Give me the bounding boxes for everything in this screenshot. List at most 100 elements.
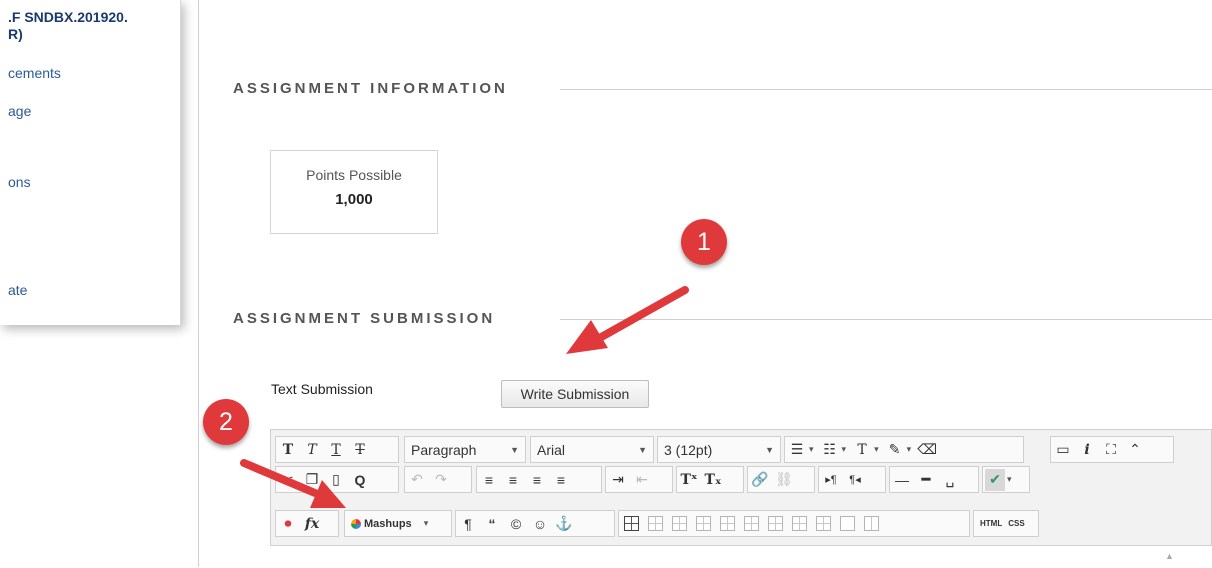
underline-icon[interactable]: T: [326, 439, 346, 461]
size-select[interactable]: 3 (12pt) ▼: [657, 436, 781, 463]
merge-cells-icon[interactable]: [837, 513, 857, 535]
col-before-icon[interactable]: [765, 513, 785, 535]
chevron-down-icon: ▼: [638, 444, 647, 455]
submission-text-area[interactable]: [270, 545, 1212, 568]
menu-item-homepage[interactable]: age: [8, 103, 31, 119]
nbsp-icon[interactable]: ␣: [940, 469, 960, 491]
format-select[interactable]: Paragraph ▼: [404, 436, 526, 463]
spellcheck-icon[interactable]: ✔: [985, 468, 1005, 491]
history-group: ↶ ↷: [404, 466, 472, 493]
text-style-group: T T T T: [275, 436, 399, 463]
write-submission-button[interactable]: Write Submission: [501, 380, 649, 408]
menu-item-collaborate[interactable]: ate: [8, 282, 27, 298]
size-select-value: 3 (12pt): [664, 441, 713, 458]
copyright-icon[interactable]: ©: [506, 513, 526, 535]
row-before-icon[interactable]: [693, 513, 713, 535]
menu-item-announcements[interactable]: cements: [8, 65, 61, 81]
collapse-toolbar-icon[interactable]: ⌃: [1125, 439, 1145, 461]
insert-group: ¶ “ © ☺ ⚓: [455, 510, 615, 537]
thick-line-icon[interactable]: ━: [916, 469, 936, 491]
font-select-value: Arial: [537, 441, 566, 458]
row-after-icon[interactable]: [717, 513, 737, 535]
align-right-icon[interactable]: ≡: [527, 469, 547, 491]
chevron-down-icon[interactable]: ▾: [809, 444, 814, 455]
paragraph-mark-icon[interactable]: ¶: [458, 513, 478, 535]
scroll-up-icon[interactable]: ▲: [1165, 551, 1174, 561]
italic-icon[interactable]: T: [302, 439, 322, 461]
chevron-down-icon: ▼: [765, 444, 774, 455]
bold-icon[interactable]: T: [278, 439, 298, 461]
indent-icon[interactable]: ⇥: [608, 469, 628, 491]
chevron-down-icon[interactable]: ▾: [842, 444, 847, 455]
emoticon-icon[interactable]: ☺: [530, 513, 550, 535]
step-2-badge: 2: [203, 399, 249, 445]
find-icon[interactable]: Q: [350, 469, 370, 491]
link-group: 🔗 ⛓: [747, 466, 815, 493]
course-title[interactable]: .F SNDBX.201920. R): [8, 9, 128, 43]
bullet-list-icon[interactable]: ☰: [787, 439, 807, 461]
font-select[interactable]: Arial ▼: [530, 436, 654, 463]
rtl-icon[interactable]: ¶◂: [845, 469, 865, 491]
table-group: [618, 510, 970, 537]
css-button[interactable]: CSS: [1008, 519, 1024, 528]
clipboard-group: ✂ ❐ ▯ Q: [275, 466, 399, 493]
numbered-list-icon[interactable]: ☷: [820, 439, 840, 461]
fullscreen-icon[interactable]: ⛶: [1101, 439, 1121, 461]
chevron-down-icon[interactable]: ▾: [424, 518, 429, 529]
math-formula-icon[interactable]: fx: [302, 513, 322, 535]
assignment-information-heading: ASSIGNMENT INFORMATION: [233, 80, 508, 97]
code-group: HTML CSS: [973, 510, 1039, 537]
cut-icon[interactable]: ✂: [278, 469, 298, 491]
text-color-icon[interactable]: T: [852, 439, 872, 461]
ltr-icon[interactable]: ▸¶: [821, 469, 841, 491]
unlink-icon[interactable]: ⛓: [774, 469, 794, 491]
spellcheck-group: ✔ ▾: [982, 466, 1030, 493]
undo-icon[interactable]: ↶: [407, 469, 427, 491]
align-center-icon[interactable]: ≡: [503, 469, 523, 491]
redo-icon[interactable]: ↷: [431, 469, 451, 491]
points-possible-card: Points Possible 1,000: [270, 150, 438, 234]
points-possible-value: 1,000: [335, 191, 373, 208]
table-row-props-icon[interactable]: [645, 513, 665, 535]
outdent-icon[interactable]: ⇤: [632, 469, 652, 491]
arrowhead-1: [566, 320, 608, 354]
align-justify-icon[interactable]: ≡: [551, 469, 571, 491]
table-cell-props-icon[interactable]: [669, 513, 689, 535]
text-submission-label: Text Submission: [271, 381, 373, 397]
delete-row-icon[interactable]: [741, 513, 761, 535]
preview-icon[interactable]: ▭: [1053, 439, 1073, 461]
blockquote-icon[interactable]: “: [482, 513, 502, 535]
mashups-group: Mashups ▾: [344, 510, 452, 537]
script-group: Tˣ Tₓ: [676, 466, 744, 493]
chevron-down-icon[interactable]: ▾: [874, 444, 879, 455]
eraser-icon[interactable]: ⌫: [917, 439, 937, 461]
col-after-icon[interactable]: [789, 513, 809, 535]
strikethrough-icon[interactable]: T: [350, 439, 370, 461]
course-title-line2: R): [8, 26, 23, 42]
info-icon[interactable]: i: [1077, 439, 1097, 461]
anchor-icon[interactable]: ⚓: [554, 513, 574, 535]
list-color-group: ☰ ▾ ☷ ▾ T ▾ ✎ ▾ ⌫: [784, 436, 1024, 463]
insert-table-icon[interactable]: [621, 513, 641, 535]
mashups-label[interactable]: Mashups: [364, 518, 412, 530]
html-button[interactable]: HTML: [980, 519, 1002, 528]
highlight-pen-icon[interactable]: ✎: [885, 439, 905, 461]
menu-item-discussions[interactable]: ons: [8, 174, 31, 190]
arrow-1: [592, 286, 689, 344]
chevron-down-icon[interactable]: ▾: [907, 444, 912, 455]
paste-icon[interactable]: ▯: [326, 469, 346, 491]
split-cells-icon[interactable]: [861, 513, 881, 535]
chevron-down-icon[interactable]: ▾: [1007, 474, 1012, 485]
align-left-icon[interactable]: ≡: [479, 469, 499, 491]
indent-group: ⇥ ⇤: [605, 466, 673, 493]
link-icon[interactable]: 🔗: [750, 469, 770, 491]
youtube-icon[interactable]: ⏺: [278, 513, 298, 535]
section-divider: [560, 89, 1212, 90]
delete-col-icon[interactable]: [813, 513, 833, 535]
horizontal-line-icon[interactable]: —: [892, 469, 912, 491]
direction-group: ▸¶ ¶◂: [818, 466, 886, 493]
superscript-icon[interactable]: Tˣ: [679, 469, 699, 491]
assignment-submission-heading: ASSIGNMENT SUBMISSION: [233, 310, 496, 327]
copy-icon[interactable]: ❐: [302, 469, 322, 491]
subscript-icon[interactable]: Tₓ: [703, 469, 723, 491]
